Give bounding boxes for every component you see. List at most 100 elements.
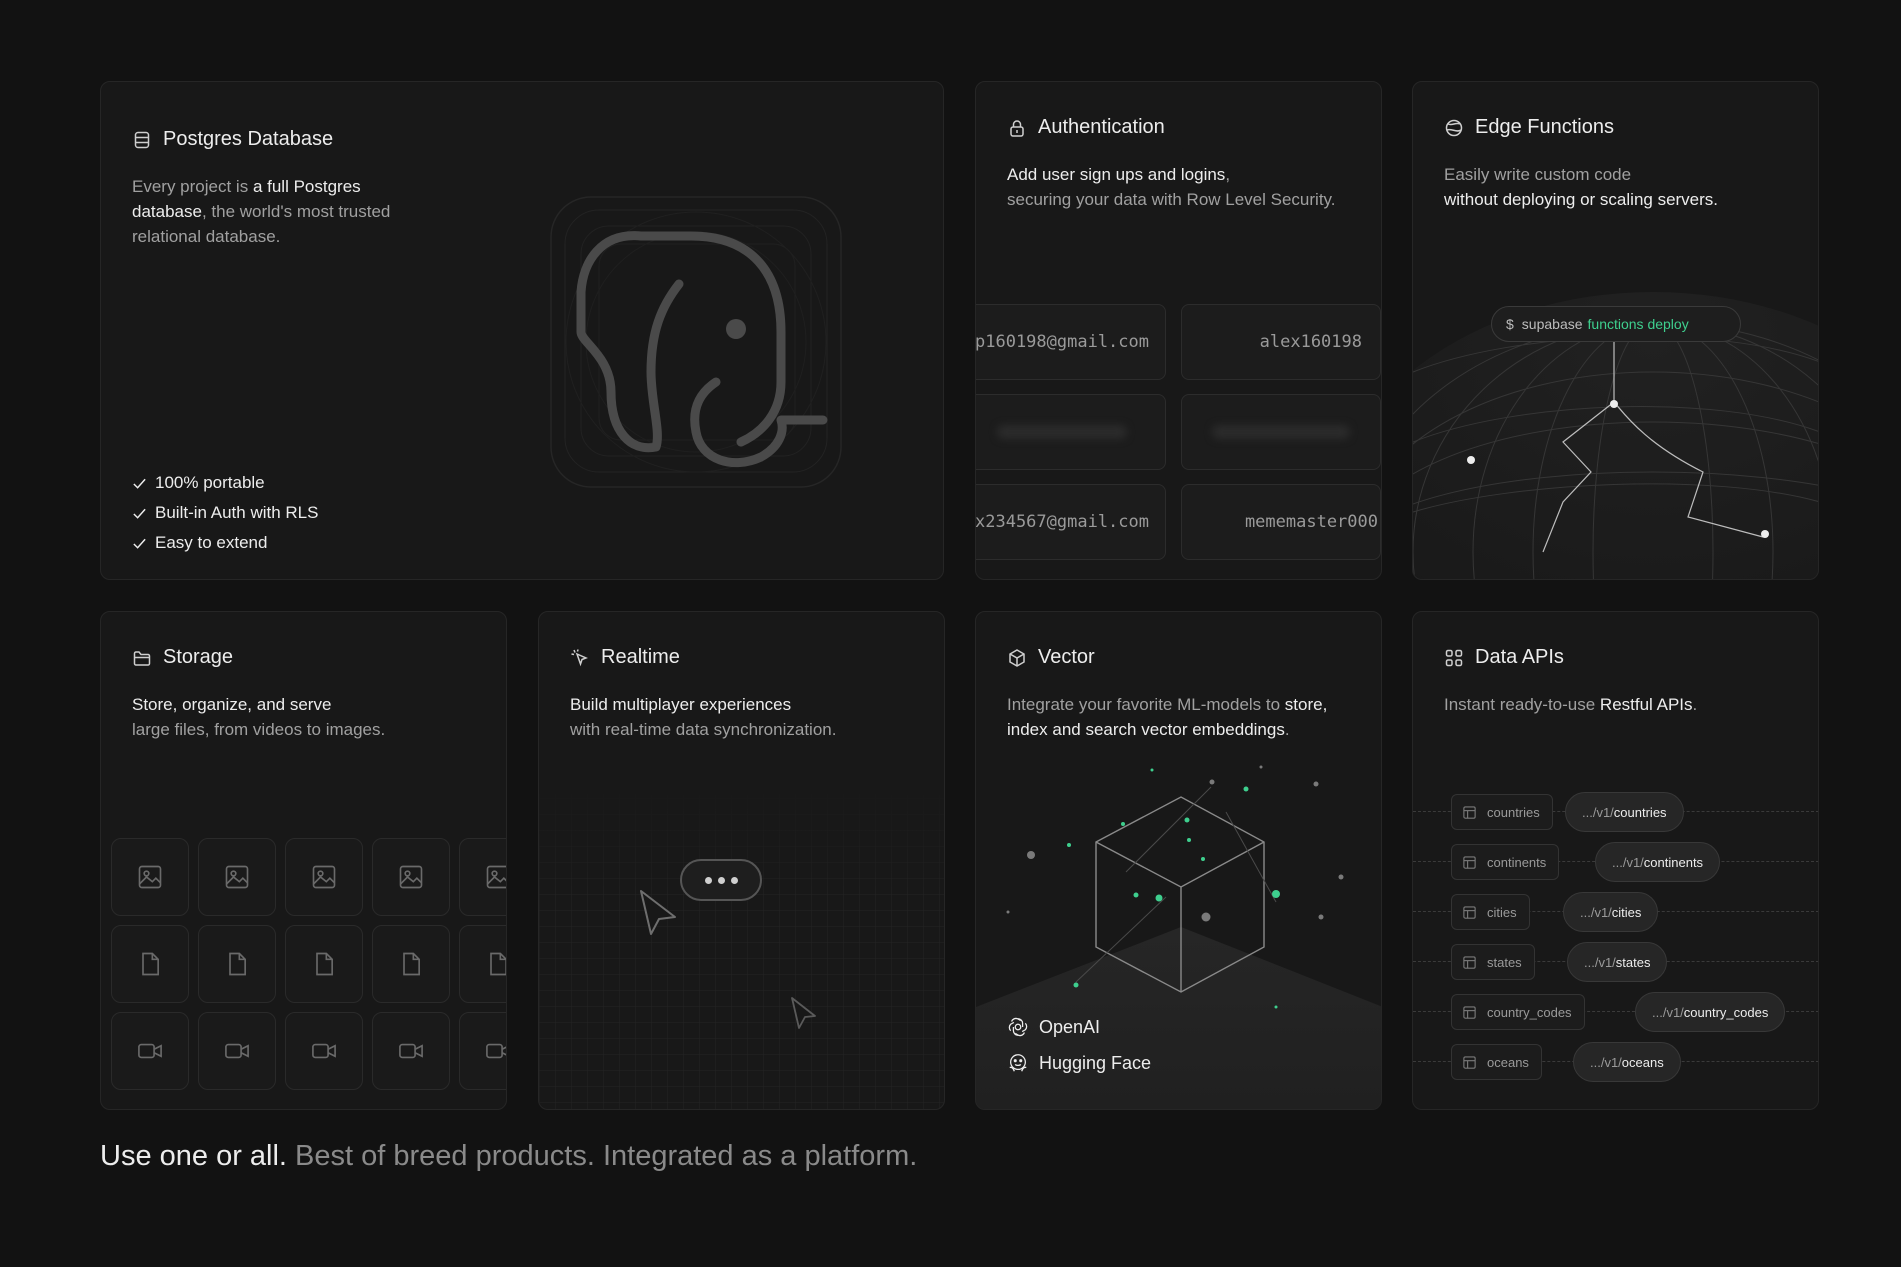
api-endpoint-chip[interactable]: .../v1/countries xyxy=(1565,792,1684,832)
storage-image-tile xyxy=(372,838,450,916)
cursor-arrow-icon xyxy=(791,997,816,1029)
feature-item: Easy to extend xyxy=(132,528,318,558)
card-title-data-apis: Data APIs xyxy=(1444,646,1564,669)
check-icon xyxy=(133,508,146,519)
authentication-title: Authentication xyxy=(1038,116,1165,138)
api-endpoint-chip[interactable]: .../v1/country_codes xyxy=(1635,992,1786,1032)
card-authentication[interactable]: Authentication Add user sign ups and log… xyxy=(975,81,1382,580)
platform-tagline: Use one or all. Best of breed products. … xyxy=(100,1140,918,1172)
video-camera-icon xyxy=(138,1043,162,1059)
auth-username-cell: alex160198 xyxy=(1181,304,1381,380)
api-table-chip[interactable]: country_codes xyxy=(1451,994,1585,1030)
api-endpoint-chip[interactable]: .../v1/cities xyxy=(1563,892,1659,932)
globe-icon xyxy=(1445,119,1463,136)
lock-icon xyxy=(1010,119,1024,137)
card-realtime[interactable]: Realtime Build multiplayer experiences w… xyxy=(538,611,945,1110)
typing-dot xyxy=(704,876,712,884)
image-icon xyxy=(399,865,423,889)
hugging-face-logo-icon xyxy=(1009,1054,1027,1072)
api-endpoint-chip[interactable]: .../v1/oceans xyxy=(1573,1042,1681,1082)
postgres-elephant-logo xyxy=(550,196,842,488)
openai-logo-icon xyxy=(1008,1017,1028,1037)
storage-description: Store, organize, and serve large files, … xyxy=(132,695,386,739)
storage-image-tile xyxy=(198,838,276,916)
table-icon xyxy=(1463,855,1476,869)
storage-file-tile xyxy=(372,925,450,1003)
vendor-hugging-face: Hugging Face xyxy=(1007,1052,1151,1074)
vector-title: Vector xyxy=(1038,646,1095,668)
vendor-label: Hugging Face xyxy=(1039,1052,1152,1073)
file-icon xyxy=(229,952,246,976)
edge-functions-title: Edge Functions xyxy=(1475,116,1614,138)
video-camera-icon xyxy=(486,1043,506,1059)
edge-functions-description: Easily write custom code without deployi… xyxy=(1444,165,1719,209)
auth-blurred-cell xyxy=(976,394,1166,470)
realtime-description: Build multiplayer experiences with real-… xyxy=(570,695,837,739)
data-apis-description: Instant ready-to-use Restful APIs. xyxy=(1444,695,1698,714)
table-icon xyxy=(1463,1005,1476,1019)
check-icon xyxy=(133,478,146,489)
postgres-feature-list: 100% portable Built-in Auth with RLS Eas… xyxy=(132,468,318,558)
api-row-country-codes: country_codes .../v1/country_codes xyxy=(1413,992,1818,1032)
image-icon xyxy=(312,865,336,889)
cursor-click-icon xyxy=(571,648,588,666)
api-table-chip[interactable]: cities xyxy=(1451,894,1530,930)
postgres-description: Every project is a full Postgres databas… xyxy=(132,177,391,246)
card-data-apis[interactable]: Data APIs Instant ready-to-use Restful A… xyxy=(1412,611,1819,1110)
table-icon xyxy=(1463,955,1476,969)
postgres-title: Postgres Database xyxy=(163,128,334,150)
authentication-description: Add user sign ups and logins, securing y… xyxy=(1007,165,1336,209)
auth-username-cell: mememaster000 xyxy=(1181,484,1381,560)
vendor-label: OpenAI xyxy=(1039,1016,1101,1037)
api-table-chip[interactable]: continents xyxy=(1451,844,1560,880)
storage-file-tile xyxy=(285,925,363,1003)
api-row-states: states .../v1/states xyxy=(1413,942,1818,982)
feature-item: Built-in Auth with RLS xyxy=(132,498,318,528)
typing-indicator-bubble xyxy=(680,859,762,901)
typing-dot xyxy=(717,876,725,884)
api-endpoint-chip[interactable]: .../v1/states xyxy=(1567,942,1668,982)
file-icon xyxy=(142,952,159,976)
image-icon xyxy=(486,865,506,889)
card-title-realtime: Realtime xyxy=(570,646,680,669)
auth-email-cell: x234567@gmail.com xyxy=(976,484,1166,560)
folder-icon xyxy=(133,650,151,666)
api-endpoint-chip[interactable]: .../v1/continents xyxy=(1595,842,1721,882)
typing-dot xyxy=(730,876,738,884)
card-vector[interactable]: Vector Integrate your favorite ML-models… xyxy=(975,611,1382,1110)
storage-video-tile xyxy=(198,1012,276,1090)
api-row-oceans: oceans .../v1/oceans xyxy=(1413,1042,1818,1082)
storage-image-tile xyxy=(111,838,189,916)
card-edge-functions[interactable]: Edge Functions Easily write custom code … xyxy=(1412,81,1819,580)
video-camera-icon xyxy=(312,1043,336,1059)
card-title-storage: Storage xyxy=(132,646,233,669)
realtime-title: Realtime xyxy=(601,646,680,668)
video-camera-icon xyxy=(399,1043,423,1059)
api-row-continents: continents .../v1/continents xyxy=(1413,842,1818,882)
image-icon xyxy=(138,865,162,889)
auth-email-cell: p160198@gmail.com xyxy=(976,304,1166,380)
image-icon xyxy=(225,865,249,889)
card-title-authentication: Authentication xyxy=(1007,116,1165,139)
cursor-arrow-icon xyxy=(640,890,676,935)
card-postgres[interactable]: Postgres Database Every project is a ful… xyxy=(100,81,944,580)
realtime-grid-illustration xyxy=(539,782,944,1109)
api-table-chip[interactable]: states xyxy=(1451,944,1535,980)
storage-file-tile xyxy=(111,925,189,1003)
file-icon xyxy=(403,952,420,976)
file-icon xyxy=(316,952,333,976)
storage-file-tile xyxy=(198,925,276,1003)
table-icon xyxy=(1463,805,1476,819)
vector-description: Integrate your favorite ML-models to sto… xyxy=(1007,695,1328,739)
storage-image-tile xyxy=(459,838,506,916)
video-camera-icon xyxy=(225,1043,249,1059)
file-icon xyxy=(490,952,506,976)
feature-item: 100% portable xyxy=(132,468,318,498)
table-icon xyxy=(1463,1055,1476,1069)
card-title-edge-functions: Edge Functions xyxy=(1444,116,1614,139)
api-table-chip[interactable]: countries xyxy=(1451,794,1553,830)
api-row-cities: cities .../v1/cities xyxy=(1413,892,1818,932)
storage-video-tile xyxy=(285,1012,363,1090)
card-storage[interactable]: Storage Store, organize, and serve large… xyxy=(100,611,507,1110)
api-table-chip[interactable]: oceans xyxy=(1451,1044,1542,1080)
